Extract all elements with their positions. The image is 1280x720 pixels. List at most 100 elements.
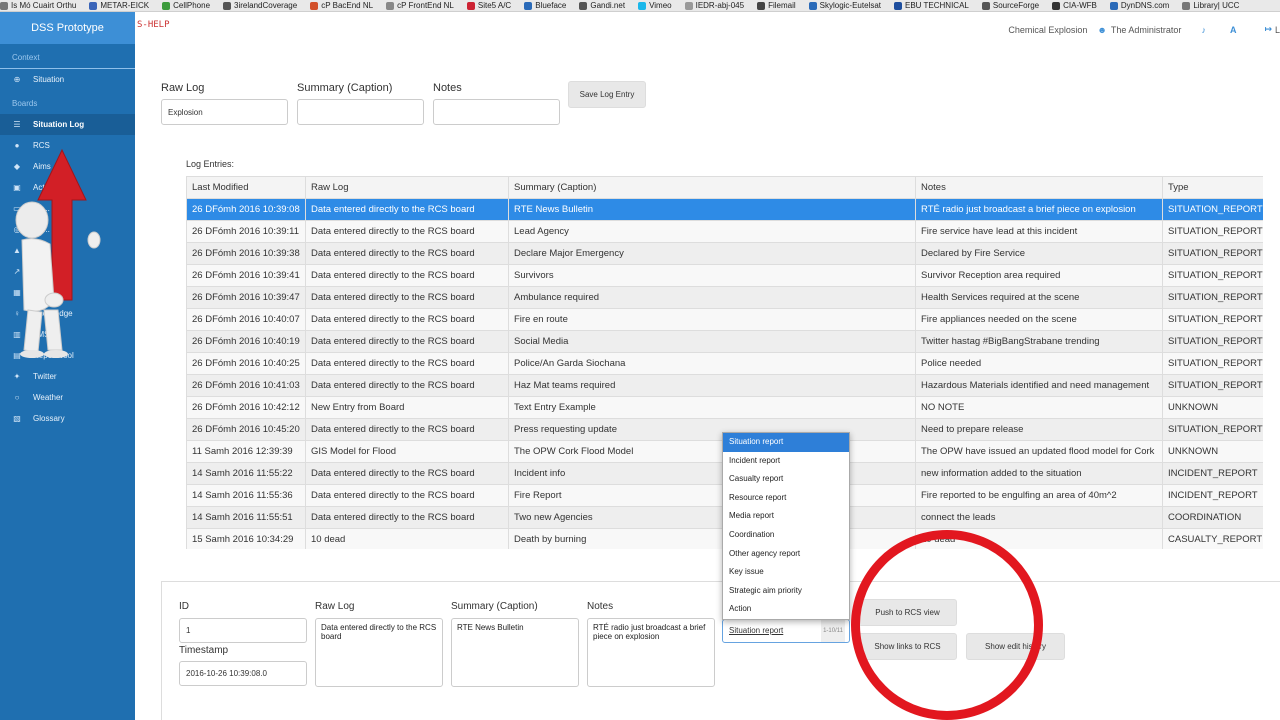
column-header[interactable]: Last Modified bbox=[186, 176, 306, 199]
dropdown-option[interactable]: Key issue bbox=[723, 563, 849, 582]
sidebar-item-aims[interactable]: ◆ Aims bbox=[0, 156, 135, 177]
bookmark-item[interactable]: Filemail bbox=[757, 1, 796, 10]
bookmark-item[interactable]: Library| UCC bbox=[1182, 1, 1239, 10]
scenario-name[interactable]: Chemical Explosion bbox=[1008, 25, 1087, 35]
table-cell: Data entered directly to the RCS board bbox=[305, 506, 509, 529]
dropdown-option[interactable]: Casualty report bbox=[723, 470, 849, 489]
notification-bell-icon[interactable]: ♪ bbox=[1201, 25, 1206, 35]
bookmark-item[interactable]: Gandi.net bbox=[579, 1, 625, 10]
dropdown-option[interactable]: Action bbox=[723, 600, 849, 619]
user-icon: ☻ bbox=[1097, 24, 1107, 35]
type-select[interactable]: Situation report 1-10/11 bbox=[722, 619, 850, 643]
type-dropdown-list[interactable]: Situation report Incident report Casualty … bbox=[722, 432, 850, 620]
sidebar-item-m[interactable]: ▦ M... bbox=[0, 282, 135, 303]
dropdown-option[interactable]: Incident report bbox=[723, 452, 849, 471]
table-row[interactable]: 26 DFómh 2016 10:40:19 Data entered direc… bbox=[186, 330, 1263, 353]
bookmark-item[interactable]: Site5 A/C bbox=[466, 1, 511, 10]
user-name[interactable]: The Administrator bbox=[1111, 25, 1182, 35]
bookmark-favicon-icon bbox=[162, 1, 171, 10]
table-row[interactable]: 26 DFómh 2016 10:41:03 Data entered direc… bbox=[186, 374, 1263, 397]
table-cell: UNKNOWN bbox=[1162, 396, 1263, 419]
sidebar-item-rcs[interactable]: ● RCS bbox=[0, 135, 135, 156]
raw-log-label: Raw Log bbox=[161, 82, 205, 94]
bookmark-item[interactable]: DynDNS.com bbox=[1109, 1, 1170, 10]
table-cell: Social Media bbox=[508, 330, 916, 353]
dropdown-option[interactable]: Coordination bbox=[723, 526, 849, 545]
logout-icon[interactable]: ↦ bbox=[1264, 24, 1272, 35]
timestamp-input[interactable] bbox=[179, 661, 307, 686]
sidebar-item-situation[interactable]: ⊕ Situation bbox=[0, 69, 135, 90]
bookmark-label: METAR-EICK bbox=[100, 1, 150, 10]
bookmark-label: DynDNS.com bbox=[1120, 1, 1170, 10]
table-row[interactable]: 26 DFómh 2016 10:39:47 Data entered direc… bbox=[186, 286, 1263, 309]
show-links-button[interactable]: Show links to RCS bbox=[858, 633, 957, 660]
sidebar-item-twitter[interactable]: ✦ Twitter bbox=[0, 366, 135, 387]
table-cell: Hazardous Materials identified and need … bbox=[915, 374, 1163, 397]
column-header[interactable]: Notes bbox=[915, 176, 1163, 199]
table-row[interactable]: 26 DFómh 2016 10:39:11 Data entered direc… bbox=[186, 220, 1263, 243]
column-header[interactable]: Raw Log bbox=[305, 176, 509, 199]
sidebar: DSS Prototype Context ⊕ Situation Boards … bbox=[0, 12, 135, 720]
table-row[interactable]: 26 DFómh 2016 10:39:38 Data entered direc… bbox=[186, 242, 1263, 265]
table-row[interactable]: 26 DFómh 2016 10:40:07 Data entered direc… bbox=[186, 308, 1263, 331]
bookmark-item[interactable]: CIA-WFB bbox=[1052, 1, 1097, 10]
bookmark-item[interactable]: EBU TECHNICAL bbox=[893, 1, 969, 10]
bookmark-item[interactable]: Skylogic-Eutelsat bbox=[808, 1, 881, 10]
table-cell: SITUATION_REPORT bbox=[1162, 352, 1263, 375]
sidebar-item-actions[interactable]: ▣ Actions bbox=[0, 177, 135, 198]
table-cell: 26 DFómh 2016 10:40:19 bbox=[186, 330, 306, 353]
save-log-entry-button[interactable]: Save Log Entry bbox=[568, 81, 646, 108]
raw-log-input[interactable] bbox=[161, 99, 288, 125]
bookmark-item[interactable]: 3irelandCoverage bbox=[223, 1, 297, 10]
push-to-rcs-button[interactable]: Push to RCS view bbox=[858, 599, 957, 626]
dropdown-option[interactable]: Other agency report bbox=[723, 545, 849, 564]
logout-label[interactable]: L bbox=[1275, 25, 1280, 35]
sidebar-item-lms[interactable]: ▥ LMS bbox=[0, 324, 135, 345]
sidebar-item-ca[interactable]: ▭ Ca... bbox=[0, 198, 135, 219]
dropdown-option[interactable]: Resource report bbox=[723, 489, 849, 508]
id-input[interactable] bbox=[179, 618, 307, 643]
bookmark-item[interactable]: IEDR-abj-045 bbox=[684, 1, 744, 10]
sidebar-item-label: Report Tool bbox=[33, 351, 74, 360]
sidebar-item-report-tool[interactable]: ▤ Report Tool bbox=[0, 345, 135, 366]
detail-raw-log-textarea[interactable]: Data entered directly to the RCS board bbox=[315, 618, 443, 687]
dropdown-option[interactable]: Situation report bbox=[723, 433, 849, 452]
column-header[interactable]: Summary (Caption) bbox=[508, 176, 916, 199]
notes-input[interactable] bbox=[433, 99, 560, 125]
bookmark-item[interactable]: Vimeo bbox=[638, 1, 672, 10]
summary-input[interactable] bbox=[297, 99, 424, 125]
bookmark-label: Blueface bbox=[535, 1, 567, 10]
brand-title[interactable]: DSS Prototype bbox=[0, 12, 135, 44]
table-row[interactable]: 26 DFómh 2016 10:39:08 Data entered direc… bbox=[186, 198, 1263, 221]
sidebar-item-situation-log[interactable]: ☰ Situation Log bbox=[0, 114, 135, 135]
detail-summary-textarea[interactable]: RTE News Bulletin bbox=[451, 618, 579, 687]
bookmark-item[interactable]: Blueface bbox=[524, 1, 566, 10]
column-header[interactable]: Type bbox=[1162, 176, 1263, 199]
bookmark-item[interactable]: cP FrontEnd NL bbox=[386, 1, 454, 10]
sidebar-item-weather[interactable]: ○ Weather bbox=[0, 387, 135, 408]
summary-label: Summary (Caption) bbox=[297, 82, 393, 94]
sidebar-item-glossary[interactable]: ▧ Glossary bbox=[0, 408, 135, 429]
show-edit-history-button[interactable]: Show edit history bbox=[966, 633, 1065, 660]
table-row[interactable]: 26 DFómh 2016 10:39:41 Data entered direc… bbox=[186, 264, 1263, 287]
table-row[interactable]: 26 DFómh 2016 10:40:25 Data entered direc… bbox=[186, 352, 1263, 375]
font-size-icon[interactable]: A bbox=[1230, 25, 1237, 35]
bookmark-item[interactable]: METAR-EICK bbox=[89, 1, 149, 10]
bookmark-label: Filemail bbox=[768, 1, 796, 10]
sidebar-item-knowledge[interactable]: ♀ Knowledge bbox=[0, 303, 135, 324]
bookmark-item[interactable]: cP BacEnd NL bbox=[310, 1, 373, 10]
bookmark-item[interactable]: Is Mó Cuairt Orthu bbox=[0, 1, 76, 10]
sidebar-item-d[interactable]: ↗ D... bbox=[0, 261, 135, 282]
dropdown-option[interactable]: Media report bbox=[723, 507, 849, 526]
bookmark-favicon-icon bbox=[579, 1, 588, 10]
dropdown-option[interactable]: Strategic aim priority bbox=[723, 582, 849, 601]
sidebar-item-cris[interactable]: ▲ Cris... bbox=[0, 240, 135, 261]
table-cell: UNKNOWN bbox=[1162, 440, 1263, 463]
sidebar-item-label: M... bbox=[33, 288, 47, 297]
sidebar-item-icon: ☰ bbox=[13, 120, 21, 129]
bookmark-item[interactable]: CellPhone bbox=[162, 1, 210, 10]
sidebar-item-de[interactable]: ◎ De... bbox=[0, 219, 135, 240]
detail-notes-textarea[interactable]: RTÉ radio just broadcast a brief piece o… bbox=[587, 618, 715, 687]
bookmark-item[interactable]: SourceForge bbox=[981, 1, 1039, 10]
table-row[interactable]: 26 DFómh 2016 10:42:12 New Entry from Boa… bbox=[186, 396, 1263, 419]
